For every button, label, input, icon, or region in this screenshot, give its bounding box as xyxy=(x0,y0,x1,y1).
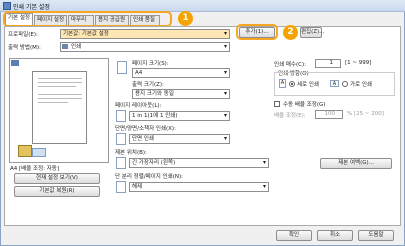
scale-label: 배율 조정(E): xyxy=(274,113,306,119)
cancel-button[interactable]: 취소 xyxy=(317,230,353,241)
landscape-label: 가로 인쇄 xyxy=(350,82,372,88)
help-button[interactable]: 도움말 xyxy=(358,230,394,241)
copies-value: 1 xyxy=(329,60,334,66)
finishing-select[interactable]: 해제 xyxy=(129,182,269,192)
scale-value: 100 xyxy=(324,111,336,117)
copies-range: [1 ~ 999] xyxy=(345,60,372,66)
output-size-select[interactable]: 용지 크기와 동일 xyxy=(132,89,230,99)
profile-label: 프로파일(E): xyxy=(8,32,38,38)
output-method-select[interactable]: 인쇄 xyxy=(60,42,230,52)
add-profile-button[interactable]: 추가(1)... xyxy=(239,27,275,38)
copy-icon xyxy=(32,148,46,157)
binding-margin-button[interactable]: 제본 여백(G)... xyxy=(320,158,392,169)
copies-label: 인쇄 매수(C): xyxy=(274,62,306,68)
duplex-select[interactable]: 단면 인쇄 xyxy=(129,134,230,144)
binding-location-select[interactable]: 긴 가장자리 (왼쪽) xyxy=(129,158,269,168)
page-layout-label: 페이지 레이아웃(L): xyxy=(115,103,162,109)
printer-icon xyxy=(3,2,11,10)
duplex-label: 단면/양면/소책자 인쇄(X): xyxy=(115,126,176,132)
output-method-label: 출력 방법(M): xyxy=(8,45,41,51)
duplex-icon xyxy=(116,133,126,145)
manual-scaling-label: 수동 배율 조정(G) xyxy=(283,102,326,108)
scale-spinner[interactable]: 100 xyxy=(315,110,343,119)
restore-defaults-button[interactable]: 기본값 복원(R) xyxy=(14,186,100,197)
portrait-label: 세로 인쇄 xyxy=(297,82,319,88)
edit-profile-button[interactable]: 편집(Z)... xyxy=(300,27,324,38)
finishing-icon xyxy=(116,181,126,193)
landscape-icon: A xyxy=(330,80,339,87)
manual-scaling-checkbox[interactable] xyxy=(274,101,280,107)
callout-2: 2 xyxy=(283,25,298,40)
ok-button[interactable]: 확인 xyxy=(276,230,312,241)
portrait-icon: A xyxy=(279,79,286,88)
scale-range: % [25 ~ 200] xyxy=(347,111,384,117)
portrait-radio[interactable] xyxy=(289,81,295,87)
callout-1: 1 xyxy=(178,11,193,26)
profile-select[interactable]: 기본값: 기본값 설정 xyxy=(60,29,230,39)
copies-spinner[interactable]: 1 xyxy=(315,59,341,68)
page-layout-select[interactable]: 1 in 1(1에 1 인쇄) xyxy=(129,111,230,121)
window-title: 인쇄 기본 설정 xyxy=(13,4,50,11)
tabs-highlight xyxy=(3,11,172,27)
paper-stack-icon xyxy=(18,145,32,157)
view-settings-button[interactable]: 현재 설정 보기(V) xyxy=(14,173,100,184)
landscape-radio[interactable] xyxy=(342,81,348,87)
page-size-icon xyxy=(117,61,127,74)
page-size-select[interactable]: A4 xyxy=(132,68,230,78)
print-icon xyxy=(62,44,68,49)
binding-location-label: 제본 위치(B): xyxy=(115,150,147,156)
finishing-label: 단 분리 정렬/페이지 인쇄(N): xyxy=(115,174,183,180)
page-preview xyxy=(32,71,87,144)
preview-status: A4 [배율 조정: 자동] xyxy=(10,166,60,172)
output-method-value: 인쇄 xyxy=(71,44,82,50)
page-size-label: 페이지 크기(S): xyxy=(132,61,169,67)
binding-icon xyxy=(116,157,126,169)
preview-view-icon[interactable] xyxy=(11,60,19,66)
page-layout-icon xyxy=(116,110,126,122)
output-size-label: 출력 크기(Z): xyxy=(132,82,164,88)
